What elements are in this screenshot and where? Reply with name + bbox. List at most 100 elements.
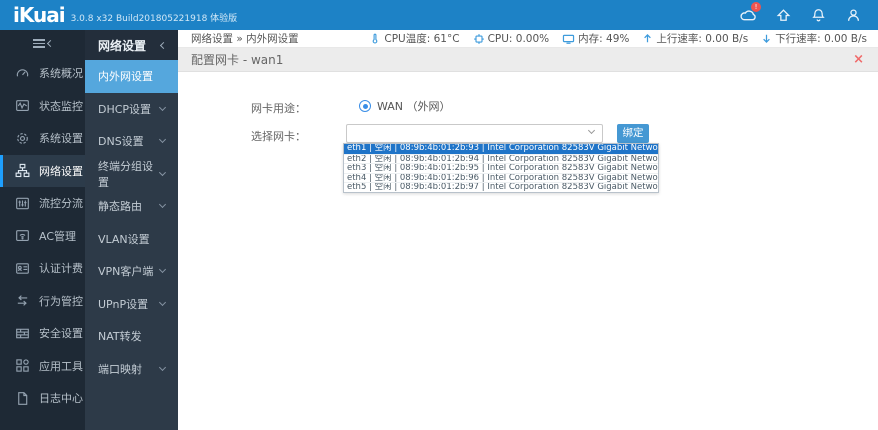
sidebar-item-label: 系统设置 xyxy=(39,132,83,146)
notification-badge: ! xyxy=(751,2,761,12)
nic-option[interactable]: eth5 | 空闲 | 08:9b:4b:01:2b:97 | Intel Co… xyxy=(344,182,658,192)
chevron-down-icon xyxy=(158,363,167,371)
status-row: 网络设置 » 内外网设置 CPU温度: 61°C CPU: 0.00% 内存: … xyxy=(178,30,878,48)
submenu-item-dhcp-settings[interactable]: DHCP设置 xyxy=(85,93,178,126)
nic-option[interactable]: eth1 | 空闲 | 08:9b:4b:01:2b:93 | Intel Co… xyxy=(344,144,658,154)
monitor-pulse-icon xyxy=(16,100,29,112)
nic-purpose-label: 网卡用途： xyxy=(251,102,306,115)
network-settings-submenu: 网络设置 内外网设置 DHCP设置 DNS设置 终端分组设置 静态路由 VLAN… xyxy=(85,30,178,430)
panel-title: 配置网卡 - wan1 xyxy=(191,53,284,67)
wifi-monitor-icon xyxy=(16,230,29,242)
sidebar-item-label: AC管理 xyxy=(39,229,77,243)
sidebar-item-security-settings[interactable]: 安全设置 xyxy=(0,317,85,350)
system-metrics: CPU温度: 61°C CPU: 0.00% 内存: 49% 上行速率: 0.0… xyxy=(369,31,867,46)
nic-select-input[interactable] xyxy=(346,124,603,143)
sidebar-item-system-settings[interactable]: 系统设置 xyxy=(0,122,85,155)
submenu-item-lan-wan-settings[interactable]: 内外网设置 xyxy=(85,60,178,93)
submenu-header: 网络设置 xyxy=(85,30,178,60)
chevron-down-icon xyxy=(158,298,167,306)
submenu-title: 网络设置 xyxy=(98,38,147,53)
brand: iKuai 3.0.8 x32 Build201805221918 体验版 xyxy=(13,4,237,26)
submenu-item-terminal-group-settings[interactable]: 终端分组设置 xyxy=(85,158,178,191)
sidebar-item-label: 认证计费 xyxy=(39,262,83,276)
panel-header: 配置网卡 - wan1 × xyxy=(178,48,878,72)
chevron-down-icon xyxy=(158,266,167,274)
version-label: 3.0.8 x32 Build201805221918 体验版 xyxy=(70,14,238,24)
nic-option[interactable]: eth2 | 空闲 | 08:9b:4b:01:2b:94 | Intel Co… xyxy=(344,153,658,163)
brick-wall-icon xyxy=(16,328,29,339)
submenu-item-static-routes[interactable]: 静态路由 xyxy=(85,190,178,223)
submenu-item-port-mapping[interactable]: 端口映射 xyxy=(85,353,178,386)
radio-selected-icon[interactable] xyxy=(359,100,371,112)
main-content: 网络设置 » 内外网设置 CPU温度: 61°C CPU: 0.00% 内存: … xyxy=(178,30,878,430)
submenu-item-nat-forwarding[interactable]: NAT转发 xyxy=(85,320,178,353)
gear-icon xyxy=(17,132,28,144)
chevron-down-icon xyxy=(158,136,167,144)
chevron-down-icon xyxy=(158,103,167,111)
topbar-icons: ! xyxy=(737,2,864,26)
breadcrumb: 网络设置 » 内外网设置 xyxy=(191,33,299,45)
chevron-down-icon xyxy=(158,201,167,209)
nic-option[interactable]: eth3 | 空闲 | 08:9b:4b:01:2b:95 | Intel Co… xyxy=(344,163,658,173)
nic-config-form: 网卡用途： WAN （外网） 选择网卡： 绑定 eth1 | 空闲 | 08:9… xyxy=(178,72,878,430)
memory-icon xyxy=(563,34,575,44)
submenu-item-vlan-settings[interactable]: VLAN设置 xyxy=(85,223,178,256)
home-upload-icon[interactable] xyxy=(772,4,794,26)
log-file-icon xyxy=(18,391,28,405)
user-icon[interactable] xyxy=(842,4,864,26)
sidebar-item-label: 安全设置 xyxy=(39,327,83,341)
nic-option[interactable]: eth4 | 空闲 | 08:9b:4b:01:2b:96 | Intel Co… xyxy=(344,172,658,182)
swap-arrows-icon xyxy=(17,295,28,307)
sidebar-item-system-overview[interactable]: 系统概况 xyxy=(0,57,85,90)
sidebar-item-app-tools[interactable]: 应用工具 xyxy=(0,350,85,383)
ikuai-admin-app: iKuai 3.0.8 x32 Build201805221918 体验版 ! xyxy=(0,0,878,430)
bind-button[interactable]: 绑定 xyxy=(617,124,649,143)
wan-radio-label: WAN （外网） xyxy=(377,100,451,113)
submenu-item-dns-settings[interactable]: DNS设置 xyxy=(85,125,178,158)
network-icon xyxy=(15,164,30,178)
submenu-item-vpn-client[interactable]: VPN客户端 xyxy=(85,255,178,288)
memory-metric: 内存: 49% xyxy=(562,31,629,46)
sidebar-item-auth-billing[interactable]: 认证计费 xyxy=(0,252,85,285)
sidebar-item-log-center[interactable]: 日志中心 xyxy=(0,382,85,415)
sidebar-item-label: 流控分流 xyxy=(39,197,83,211)
thermometer-icon xyxy=(373,33,378,43)
sidebar-item-ac-management[interactable]: AC管理 xyxy=(0,220,85,253)
sidebar-item-flow-control[interactable]: 流控分流 xyxy=(0,187,85,220)
sidebar-item-label: 日志中心 xyxy=(39,392,83,406)
sidebar-item-status-monitor[interactable]: 状态监控 xyxy=(0,90,85,123)
nic-select-value xyxy=(347,132,352,143)
topbar: iKuai 3.0.8 x32 Build201805221918 体验版 ! xyxy=(0,0,878,30)
main-sidebar: 系统概况 状态监控 系统设置 网络设置 流控分流 AC管理 认证计费 行为管控 … xyxy=(0,30,85,430)
sidebar-item-behavior-control[interactable]: 行为管控 xyxy=(0,285,85,318)
wan-radio-option[interactable]: WAN （外网） xyxy=(359,98,451,114)
sidebar-item-network-settings[interactable]: 网络设置 xyxy=(0,154,85,187)
sidebar-item-label: 状态监控 xyxy=(39,99,83,113)
sidebar-item-label: 行为管控 xyxy=(39,294,83,308)
nic-select-label: 选择网卡： xyxy=(251,130,306,143)
ikuai-logo: iKuai xyxy=(13,3,66,27)
sidebar-collapse-icon[interactable] xyxy=(0,30,85,57)
sliders-icon xyxy=(16,197,29,209)
submenu-collapse-icon[interactable] xyxy=(159,41,168,49)
sidebar-item-label: 系统概况 xyxy=(39,67,83,81)
upload-rate-metric: 上行速率: 0.00 B/s xyxy=(642,31,748,46)
sidebar-item-label: 网络设置 xyxy=(39,164,83,178)
arrow-up-icon xyxy=(644,34,652,43)
id-card-icon xyxy=(16,263,29,274)
cpu-usage-metric: CPU: 0.00% xyxy=(473,33,549,45)
cloud-message-icon[interactable]: ! xyxy=(737,2,761,26)
bell-icon[interactable] xyxy=(807,4,829,26)
close-icon[interactable]: × xyxy=(853,53,864,66)
cpu-temp-metric: CPU温度: 61°C xyxy=(369,31,460,46)
arrow-down-icon xyxy=(763,34,771,43)
sidebar-item-label: 应用工具 xyxy=(39,359,83,373)
chevron-down-icon xyxy=(159,168,167,176)
download-rate-metric: 下行速率: 0.00 B/s xyxy=(761,31,867,46)
submenu-item-upnp-settings[interactable]: UPnP设置 xyxy=(85,288,178,321)
chevron-down-icon xyxy=(587,126,596,135)
gauge-icon xyxy=(16,69,29,77)
apps-grid-icon xyxy=(16,359,29,372)
nic-options-dropdown: eth1 | 空闲 | 08:9b:4b:01:2b:93 | Intel Co… xyxy=(343,143,659,193)
cpu-chip-icon xyxy=(473,33,484,44)
